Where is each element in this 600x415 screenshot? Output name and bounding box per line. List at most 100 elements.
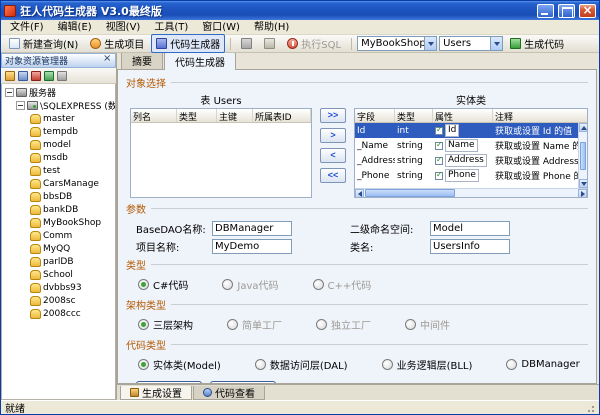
radio-icon[interactable] — [138, 279, 149, 290]
scroll-right-icon[interactable] — [578, 189, 587, 198]
radio-icon[interactable] — [222, 279, 233, 290]
connect-icon[interactable] — [5, 71, 15, 81]
radio-dal[interactable]: 数据访问层(DAL) — [255, 357, 348, 372]
tree-item-database[interactable]: bbsDB — [4, 190, 115, 203]
radio-three-tier[interactable]: 三层架构 — [138, 317, 193, 332]
column-header[interactable]: 属性 — [433, 109, 493, 122]
tab-code-view[interactable]: 代码查看 — [193, 386, 265, 400]
code-generator-button[interactable]: 代码生成器 — [151, 34, 225, 53]
radio-icon[interactable] — [227, 319, 238, 330]
stop-icon[interactable] — [31, 71, 41, 81]
radio-java[interactable]: Java代码 — [222, 277, 278, 292]
filter-icon[interactable] — [57, 71, 67, 81]
tab-generate-settings[interactable]: 生成设置 — [120, 386, 192, 400]
panel-close-icon[interactable] — [101, 55, 112, 66]
tree-item-database[interactable]: 2008ccc — [4, 307, 115, 320]
move-right-button[interactable]: > — [320, 128, 346, 143]
new-query-button[interactable]: 新建查询(N) — [4, 34, 83, 53]
radio-icon[interactable] — [313, 279, 324, 290]
scroll-down-icon[interactable] — [579, 179, 588, 188]
radio-simple-factory[interactable]: 简单工厂 — [227, 317, 282, 332]
radio-dbmanager[interactable]: DBManager — [506, 359, 579, 370]
tree-item-database[interactable]: parlDB — [4, 255, 115, 268]
database-combobox[interactable]: MyBookShop — [357, 36, 437, 51]
tree-item-database[interactable]: msdb — [4, 151, 115, 164]
radio-independent-factory[interactable]: 独立工厂 — [316, 317, 371, 332]
tree-item-database[interactable]: tempdb — [4, 125, 115, 138]
tree-item-database[interactable]: bankDB — [4, 203, 115, 216]
class-name-field[interactable] — [430, 239, 510, 254]
tab-code-generator[interactable]: 代码生成器 — [164, 53, 236, 70]
tree-item-database[interactable]: School — [4, 268, 115, 281]
tree-item-sql-instance[interactable]: \SQLEXPRESS (数据库... — [4, 99, 115, 112]
column-header[interactable]: 列名 — [131, 109, 177, 122]
generate-code-button[interactable]: 生成代码 — [505, 34, 569, 53]
table-row[interactable]: Id int Id 获取或设置 Id 的值 — [355, 123, 578, 138]
radio-csharp[interactable]: C#代码 — [138, 277, 188, 292]
tree-item-database[interactable]: Comm — [4, 229, 115, 242]
move-left-button[interactable]: < — [320, 148, 346, 163]
generate-project-toolbar-button[interactable]: 生成项目 — [85, 34, 149, 53]
maximize-button[interactable] — [558, 4, 575, 18]
table-row[interactable]: _Address string Address 获取或设置 Address 的值 — [355, 153, 578, 168]
collapse-icon[interactable] — [16, 101, 25, 110]
tree-item-database[interactable]: dvbbs93 — [4, 281, 115, 294]
scroll-up-icon[interactable] — [579, 123, 588, 132]
move-all-left-button[interactable]: << — [320, 168, 346, 183]
exec-sql-button[interactable]: 执行SQL — [282, 34, 346, 53]
minimize-button[interactable] — [537, 4, 554, 18]
radio-icon[interactable] — [138, 359, 149, 370]
checkbox-checked[interactable] — [435, 142, 443, 150]
move-all-right-button[interactable]: >> — [320, 108, 346, 123]
column-header[interactable]: 字段 — [355, 109, 395, 122]
source-column-list[interactable]: 列名 类型 主键 所属表ID — [130, 108, 312, 198]
tree-item-database[interactable]: 2008sc — [4, 294, 115, 307]
menu-help[interactable]: 帮助(H) — [247, 20, 296, 35]
chevron-down-icon[interactable] — [424, 37, 436, 50]
tree-item-database[interactable]: MyQQ — [4, 242, 115, 255]
radio-model[interactable]: 实体类(Model) — [138, 357, 221, 372]
menu-edit[interactable]: 编辑(E) — [51, 20, 99, 35]
column-header[interactable]: 类型 — [395, 109, 433, 122]
project-name-field[interactable] — [212, 239, 292, 254]
menu-tools[interactable]: 工具(T) — [147, 20, 195, 35]
table-grid-button[interactable] — [259, 36, 280, 51]
radio-cpp[interactable]: C++代码 — [313, 277, 372, 292]
checkbox-checked[interactable] — [435, 172, 443, 180]
column-header[interactable]: 所属表ID — [253, 109, 311, 122]
radio-icon[interactable] — [382, 359, 393, 370]
source-list-body[interactable] — [131, 123, 311, 197]
menu-view[interactable]: 视图(V) — [99, 20, 148, 35]
chevron-down-icon[interactable] — [490, 37, 502, 50]
horizontal-scrollbar[interactable] — [355, 188, 587, 197]
basedao-field[interactable] — [212, 221, 292, 236]
menu-file[interactable]: 文件(F) — [3, 20, 51, 35]
refresh-icon[interactable] — [44, 71, 54, 81]
tree-item-database[interactable]: model — [4, 138, 115, 151]
save-button[interactable] — [236, 36, 257, 51]
scrollbar-thumb[interactable] — [580, 142, 586, 170]
resize-grip[interactable] — [585, 403, 595, 413]
radio-icon[interactable] — [405, 319, 416, 330]
table-row[interactable]: _Name string Name 获取或设置 Name 的值 — [355, 138, 578, 153]
column-header[interactable]: 主键 — [217, 109, 253, 122]
vertical-scrollbar[interactable] — [578, 123, 587, 188]
tree-item-database[interactable]: master — [4, 112, 115, 125]
radio-icon[interactable] — [138, 319, 149, 330]
scroll-left-icon[interactable] — [355, 189, 364, 198]
close-button[interactable] — [579, 4, 596, 18]
radio-icon[interactable] — [506, 359, 517, 370]
radio-bll[interactable]: 业务逻辑层(BLL) — [382, 357, 473, 372]
table-combobox[interactable]: Users — [439, 36, 503, 51]
radio-middleware[interactable]: 中间件 — [405, 317, 450, 332]
scrollbar-thumb[interactable] — [365, 189, 455, 197]
radio-icon[interactable] — [255, 359, 266, 370]
namespace-field[interactable] — [430, 221, 510, 236]
tree-item-servers-root[interactable]: 服务器 — [4, 86, 115, 99]
disconnect-icon[interactable] — [18, 71, 28, 81]
tree-item-database[interactable]: test — [4, 164, 115, 177]
collapse-icon[interactable] — [5, 88, 14, 97]
column-header[interactable]: 类型 — [177, 109, 217, 122]
tree-item-database[interactable]: CarsManage — [4, 177, 115, 190]
radio-icon[interactable] — [316, 319, 327, 330]
